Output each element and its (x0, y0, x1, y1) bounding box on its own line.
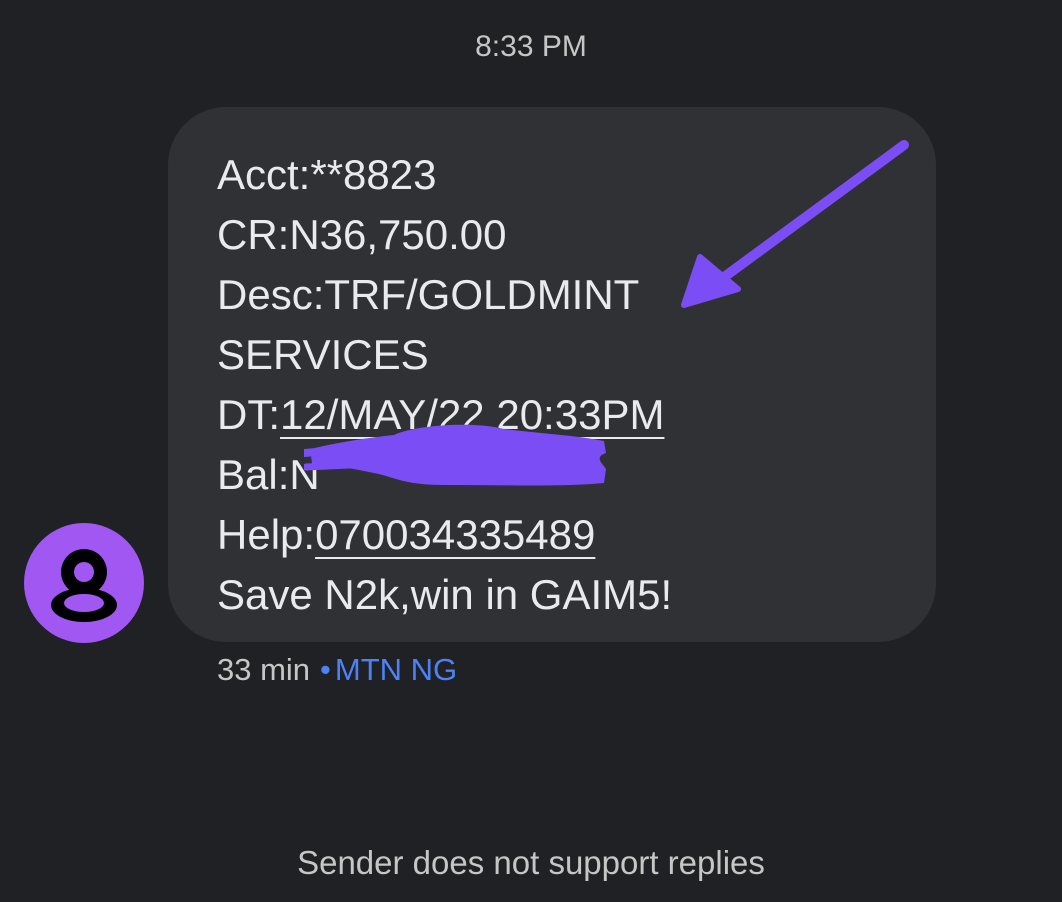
date-prefix: DT: (217, 391, 280, 438)
arrow-annotation-icon (681, 140, 909, 308)
sender-name[interactable]: MTN NG (335, 652, 457, 687)
reply-unsupported-note: Sender does not support replies (297, 844, 765, 881)
description-continuation-line: SERVICES (217, 331, 429, 378)
person-icon (51, 549, 117, 622)
help-line: Help:07003433548‌9 (217, 505, 916, 565)
redaction-scribble (304, 424, 606, 486)
message-meta: 33 min • MTN NG (217, 651, 457, 689)
phone-link[interactable]: 07003433548‌9 (315, 511, 595, 558)
meta-separator: • (320, 652, 331, 687)
promo-line: Save N2k,win in GAIM5! (217, 571, 673, 618)
message-timestamp: 8:33 PM (475, 30, 587, 63)
avatar[interactable] (24, 523, 144, 643)
help-prefix: Help: (217, 511, 316, 558)
message-age: 33 min (217, 652, 311, 687)
